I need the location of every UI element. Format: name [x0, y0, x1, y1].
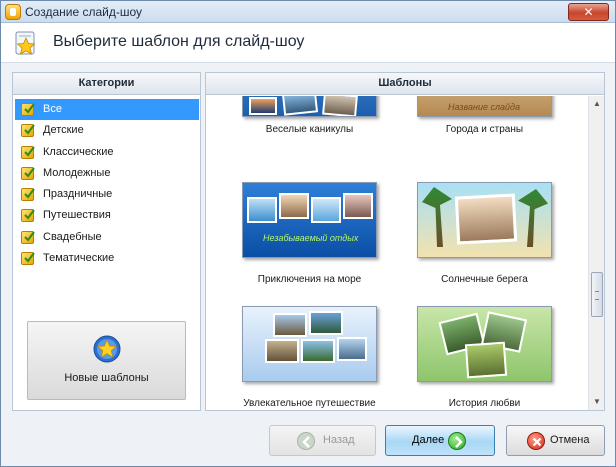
templates-panel: Шаблоны Веселые каникулы Название слайда… — [205, 72, 605, 411]
categories-heading: Категории — [13, 73, 200, 95]
category-item-thematic[interactable]: Тематические — [15, 248, 199, 269]
checkmark-icon — [21, 188, 35, 202]
new-templates-button[interactable]: Новые шаблоны — [27, 321, 186, 400]
template-thumbnail — [417, 306, 552, 382]
back-button[interactable]: Назад — [269, 425, 376, 456]
category-label: Тематические — [43, 252, 115, 265]
page-title: Выберите шаблон для слайд-шоу — [53, 33, 305, 50]
back-arrow-icon — [297, 432, 315, 450]
template-item-love-story[interactable]: История любви — [382, 306, 557, 410]
checkmark-icon — [21, 209, 35, 223]
category-item-wedding[interactable]: Свадебные — [15, 227, 199, 248]
template-caption: Незабываемый отдых — [263, 233, 359, 243]
template-name: Солнечные берега — [441, 274, 528, 285]
category-label: Все — [43, 103, 62, 115]
template-thumbnail — [242, 306, 377, 382]
category-label: Молодежные — [43, 166, 111, 179]
window-title: Создание слайд-шоу — [25, 5, 142, 19]
cancel-label: Отмена — [550, 434, 590, 446]
template-name: Города и страны — [445, 124, 524, 135]
cancel-button[interactable]: Отмена — [506, 425, 605, 456]
categories-panel: Категории Все Детские Классические Молод… — [12, 72, 201, 411]
template-item-sea-adventures[interactable]: Незабываемый отдых Приключения на море — [207, 182, 382, 292]
template-caption: Название слайда — [448, 102, 521, 112]
checkmark-icon — [21, 166, 35, 180]
new-templates-label: Новые шаблоны — [64, 372, 149, 384]
category-label: Детские — [43, 124, 84, 137]
category-item-youth[interactable]: Молодежные — [15, 163, 199, 184]
back-label: Назад — [323, 434, 355, 446]
templates-scrollbar[interactable]: ▲ ▼ — [588, 96, 604, 410]
template-thumbnail — [242, 96, 377, 117]
checkmark-icon — [21, 124, 35, 138]
category-item-all[interactable]: Все — [15, 99, 199, 121]
cancel-x-icon — [527, 432, 545, 450]
category-label: Путешествия — [43, 209, 111, 222]
template-gallery: Веселые каникулы Название слайда Города … — [207, 96, 588, 410]
template-thumbnail — [417, 182, 552, 258]
category-item-holiday[interactable]: Праздничные — [15, 184, 199, 205]
scrollbar-thumb[interactable] — [591, 272, 603, 317]
new-star-icon — [93, 335, 121, 363]
checkmark-icon — [21, 230, 35, 244]
template-item-cities[interactable]: Название слайда Города и страны — [382, 96, 557, 166]
template-item-sunny-shores[interactable]: Солнечные берега — [382, 182, 557, 292]
slideshow-wizard-window: Создание слайд-шоу ✕ Выберите шаблон для… — [0, 0, 616, 467]
checkmark-icon — [21, 252, 35, 266]
checkmark-icon — [21, 103, 35, 116]
category-item-classic[interactable]: Классические — [15, 142, 199, 163]
star-document-icon — [15, 31, 36, 55]
category-label: Свадебные — [43, 230, 102, 243]
scroll-down-arrow-icon[interactable]: ▼ — [589, 394, 605, 410]
category-label: Праздничные — [43, 188, 113, 201]
category-item-travel[interactable]: Путешествия — [15, 205, 199, 226]
template-name: История любви — [448, 398, 521, 409]
next-arrow-icon — [448, 432, 466, 450]
template-item-exciting-travel[interactable]: Увлекательное путешествие — [207, 306, 382, 410]
title-bar: Создание слайд-шоу ✕ — [1, 1, 615, 23]
category-item-kids[interactable]: Детские — [15, 120, 199, 141]
next-label: Далее — [412, 434, 445, 446]
templates-heading: Шаблоны — [206, 73, 604, 95]
checkmark-icon — [21, 145, 35, 159]
wizard-header: Выберите шаблон для слайд-шоу — [1, 23, 615, 63]
close-button[interactable]: ✕ — [568, 3, 609, 21]
template-thumbnail: Незабываемый отдых — [242, 182, 377, 258]
app-icon — [5, 4, 21, 20]
next-button[interactable]: Далее — [385, 425, 495, 456]
category-list: Все Детские Классические Молодежные Праз… — [15, 99, 199, 269]
template-thumbnail: Название слайда — [417, 96, 552, 117]
close-icon: ✕ — [583, 5, 594, 19]
template-item-fun-holidays[interactable]: Веселые каникулы — [207, 96, 382, 166]
category-label: Классические — [43, 145, 114, 158]
scroll-up-arrow-icon[interactable]: ▲ — [589, 96, 605, 112]
